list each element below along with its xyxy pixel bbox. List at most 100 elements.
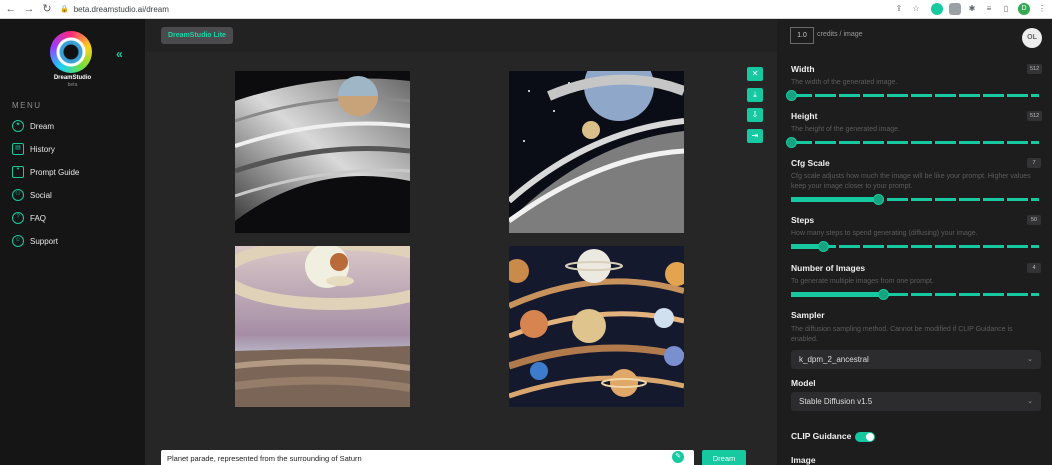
cfg-desc: Cfg scale adjusts how much the image wil…: [791, 173, 1031, 190]
cfg-slider[interactable]: [791, 194, 1039, 205]
dream-button[interactable]: Dream: [702, 450, 746, 465]
browser-toolbar: ← → ↻ 🔒 beta.dreamstudio.ai/dream ⇪ ☆ ✱ …: [0, 0, 1052, 19]
width-desc: The width of the generated image.: [791, 79, 898, 86]
image-title: Image: [791, 455, 816, 465]
sidebar-item-label: Dream: [30, 121, 55, 131]
dream-icon: ✦: [12, 120, 24, 132]
slider-fill: [791, 197, 878, 202]
download-icon[interactable]: ⤓: [747, 88, 763, 102]
height-value[interactable]: 512: [1027, 111, 1043, 121]
reading-list-icon[interactable]: ≡: [983, 3, 995, 15]
model-title: Model: [791, 378, 816, 388]
slider-thumb[interactable]: [786, 137, 797, 148]
close-icon[interactable]: ✕: [747, 67, 763, 81]
extensions-puzzle-icon[interactable]: ✱: [966, 3, 978, 15]
share-icon[interactable]: ⇪: [893, 3, 905, 15]
prompt-input[interactable]: Planet parade, represented from the surr…: [161, 450, 694, 465]
ringed-planet-image: [509, 71, 684, 233]
brand-name: DreamStudio: [53, 75, 92, 81]
download-all-icon[interactable]: ⇩: [747, 108, 763, 122]
model-value: Stable Diffusion v1.5: [799, 397, 873, 406]
slider-thumb[interactable]: [877, 289, 889, 300]
settings-panel: 1.0 credits / image OL Width 512 The wid…: [777, 19, 1052, 465]
back-icon[interactable]: ←: [4, 2, 18, 16]
profile-avatar[interactable]: D: [1018, 3, 1030, 15]
num-images-desc: To generate multiple images from one pro…: [791, 278, 934, 285]
num-images-title: Number of Images: [791, 263, 866, 273]
sampler-select[interactable]: k_dpm_2_ancestral ⌄: [791, 350, 1041, 369]
steps-slider[interactable]: [791, 241, 1039, 252]
social-icon: ⚇: [12, 189, 24, 201]
steps-desc: How many steps to spend generating (diff…: [791, 230, 978, 237]
sidebar-item-label: Support: [30, 236, 59, 246]
width-slider[interactable]: [786, 90, 1039, 101]
height-desc: The height of the generated image.: [791, 126, 900, 133]
sidebar-item-social[interactable]: ⚇ Social: [12, 189, 52, 201]
steps-value[interactable]: 50: [1027, 215, 1041, 225]
clip-title: CLIP Guidance: [791, 431, 852, 441]
extension-icon[interactable]: [949, 3, 961, 15]
collapse-sidebar-icon[interactable]: «: [116, 47, 123, 61]
chevron-down-icon: ⌄: [1027, 398, 1033, 405]
num-images-slider[interactable]: [791, 289, 1039, 300]
sidebar-item-dream[interactable]: ✦ Dream: [12, 120, 54, 132]
url-text: beta.dreamstudio.ai/dream: [73, 4, 169, 14]
height-title: Height: [791, 111, 818, 121]
support-icon: ☺: [12, 235, 24, 247]
dreamstudio-logo: [50, 31, 92, 73]
side-panel-icon[interactable]: ▯: [1000, 3, 1012, 15]
height-slider[interactable]: [786, 137, 1039, 148]
chevron-down-icon: ⌄: [1027, 356, 1033, 363]
sidebar: DreamStudio beta MENU ✦ Dream ▤ History …: [0, 19, 145, 465]
steps-title: Steps: [791, 215, 815, 225]
browser-menu-icon[interactable]: ⋮: [1036, 3, 1048, 15]
generated-image-2[interactable]: [509, 71, 684, 233]
saturn-rings-image: [235, 71, 410, 233]
cfg-value[interactable]: 7: [1027, 158, 1041, 168]
sidebar-item-support[interactable]: ☺ Support: [12, 235, 58, 247]
clip-guidance-toggle[interactable]: [855, 432, 875, 442]
width-title: Width: [791, 64, 815, 74]
bookmark-star-icon[interactable]: ☆: [910, 3, 922, 15]
model-select[interactable]: Stable Diffusion v1.5 ⌄: [791, 392, 1041, 411]
sidebar-item-faq[interactable]: ? FAQ: [12, 212, 46, 224]
generated-image-1[interactable]: [235, 71, 410, 233]
planet-parade-image: [509, 246, 684, 407]
image-canvas: ✕ ⤓ ⇩ ⇥ Planet parade, represented from …: [145, 52, 777, 465]
generated-image-4[interactable]: [509, 246, 684, 407]
slider-thumb[interactable]: [786, 90, 797, 101]
brand-sub: beta: [67, 82, 78, 88]
reload-icon[interactable]: ↻: [40, 2, 54, 16]
cfg-title: Cfg Scale: [791, 158, 830, 168]
user-avatar[interactable]: OL: [1022, 28, 1042, 48]
sidebar-item-label: Social: [30, 190, 52, 200]
sampler-title: Sampler: [791, 310, 825, 320]
sidebar-item-label: History: [30, 144, 55, 154]
generated-image-3[interactable]: [235, 246, 410, 407]
sidebar-item-label: Prompt Guide: [30, 167, 80, 177]
sidebar-item-prompt-guide[interactable]: ❞ Prompt Guide: [12, 166, 79, 178]
slider-fill: [791, 292, 883, 297]
top-bar: DreamStudio Lite: [145, 19, 777, 52]
dreamstudio-window: ← → ↻ 🔒 beta.dreamstudio.ai/dream ⇪ ☆ ✱ …: [0, 0, 1052, 465]
num-images-value[interactable]: 4: [1027, 263, 1041, 273]
menu-title: MENU: [12, 101, 42, 110]
app-badge[interactable]: DreamStudio Lite: [161, 27, 233, 44]
credits-value: 1.0: [790, 27, 814, 44]
slider-thumb[interactable]: [818, 241, 830, 252]
prompt-assist-icon[interactable]: ✎: [672, 451, 684, 463]
landscape-saturn-image: [235, 246, 410, 407]
sampler-desc: The diffusion sampling method. Cannot be…: [791, 326, 1013, 343]
slider-thumb[interactable]: [872, 194, 884, 205]
expand-icon[interactable]: ⇥: [747, 129, 763, 143]
prompt-guide-icon: ❞: [12, 166, 24, 178]
faq-icon: ?: [12, 212, 24, 224]
toggle-knob: [866, 433, 874, 441]
address-bar[interactable]: 🔒 beta.dreamstudio.ai/dream: [60, 2, 169, 16]
width-value[interactable]: 512: [1027, 64, 1043, 74]
forward-icon[interactable]: →: [22, 2, 36, 16]
history-icon: ▤: [12, 143, 24, 155]
credits-label: credits / image: [817, 31, 863, 38]
sidebar-item-history[interactable]: ▤ History: [12, 143, 55, 155]
extension-icon[interactable]: [931, 3, 943, 15]
